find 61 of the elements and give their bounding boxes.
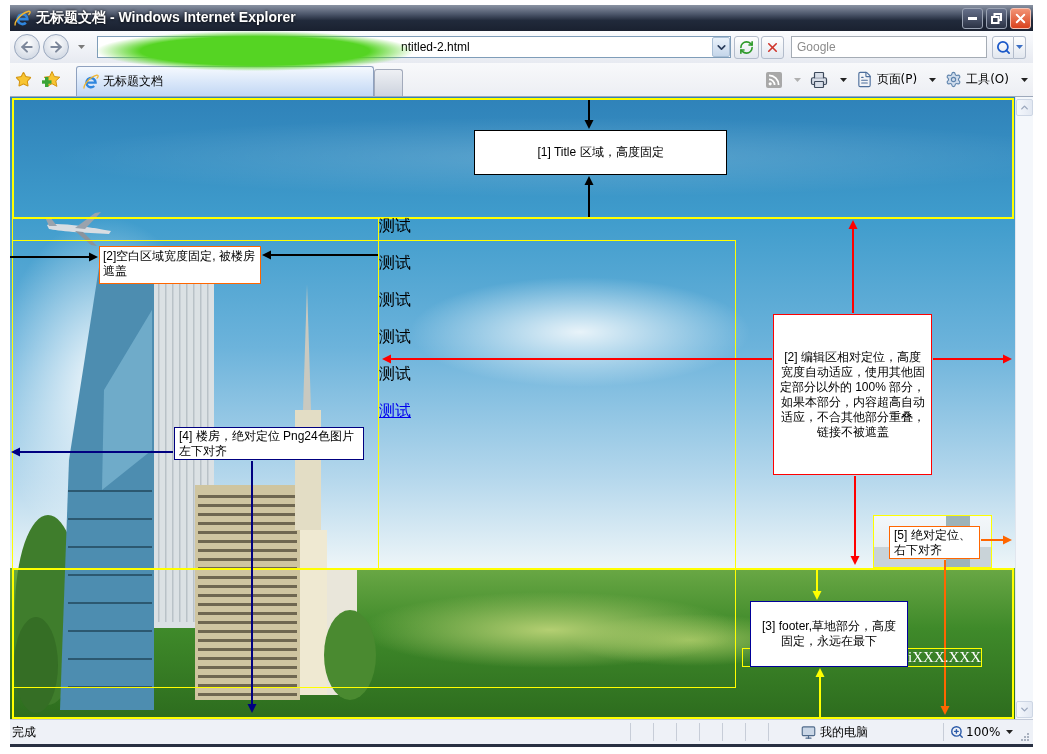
url-text: ntitled-2.html [401, 40, 471, 54]
callout-note: [3] footer,草地部分，高度固定，永远在最下 [750, 601, 908, 667]
callout-note: [4] 楼房，绝对定位 Png24色图片左下对齐 [174, 427, 364, 460]
callout-note: [1] Title 区域，高度固定 [474, 130, 727, 175]
printer-icon [809, 70, 828, 89]
browser-tab[interactable]: 无标题文档 [76, 66, 374, 96]
minimize-icon [968, 16, 977, 20]
body-text: 测试 [379, 254, 411, 272]
refresh-button[interactable] [734, 35, 759, 59]
caret-icon [793, 77, 801, 82]
minimize-button[interactable] [962, 7, 983, 29]
close-button[interactable] [1010, 7, 1031, 29]
page-icon [855, 71, 873, 88]
chevron-up-icon [1019, 102, 1030, 113]
address-field[interactable]: ntitled-2.html [97, 36, 731, 58]
search-button[interactable] [992, 35, 1014, 59]
search-field[interactable]: Google [791, 36, 987, 58]
print-button[interactable] [809, 70, 847, 89]
favorites-button[interactable] [15, 71, 32, 88]
zoom-in-icon [950, 725, 964, 739]
caret-icon [839, 77, 847, 82]
right-arrow-icon [48, 39, 64, 55]
star-plus-icon [42, 71, 60, 88]
page-menu-button[interactable]: 页面(P) [855, 71, 937, 88]
gear-icon [945, 71, 963, 88]
caret-icon [929, 77, 937, 82]
window-title: 无标题文档 - Windows Internet Explorer [36, 9, 296, 27]
forward-button[interactable] [43, 34, 69, 60]
body-text: 测试 [379, 217, 411, 235]
body-text: 测试 [379, 291, 411, 309]
callout-note: [5] 绝对定位、右下对齐 [889, 526, 980, 559]
callout-note: [2]空白区域宽度固定, 被楼房遮盖 [99, 246, 261, 284]
status-text: 完成 [11, 723, 37, 741]
caret-icon [1021, 77, 1028, 82]
body-text: 测试 [379, 365, 411, 383]
airplane-icon [45, 211, 113, 247]
restore-button[interactable] [986, 7, 1007, 29]
restore-icon [991, 12, 1002, 24]
back-button[interactable] [14, 34, 40, 60]
body-text: 测试 [379, 328, 411, 346]
add-favorite-button[interactable] [42, 71, 60, 88]
resize-grip-icon [1021, 733, 1029, 741]
zone-text: 我的电脑 [820, 723, 868, 741]
stop-button[interactable] [761, 35, 784, 59]
browser-logo-icon [14, 9, 31, 27]
search-icon [995, 39, 1011, 55]
zoom-button[interactable]: 100% [943, 723, 1001, 741]
refresh-icon [739, 39, 754, 55]
star-icon [15, 71, 32, 88]
callout-note: [2] 编辑区相对定位，高度宽度自动适应，使用其他固定部分以外的 100% 部分，如果本部分，内容超高自动适应，不合其他部分重叠，链接不被遮盖 [773, 314, 932, 475]
chevron-down-icon [1019, 704, 1030, 715]
search-options-button[interactable] [1014, 35, 1026, 59]
caret-icon [77, 45, 85, 49]
link[interactable]: 测试 [379, 402, 411, 420]
address-dropdown-button[interactable] [712, 37, 730, 57]
tools-menu-button[interactable]: 工具(O) [945, 71, 1028, 88]
caret-icon [1005, 730, 1013, 734]
caret-icon [1016, 45, 1023, 49]
computer-icon [801, 724, 816, 740]
rss-icon [765, 71, 782, 88]
browser-logo-icon [83, 73, 99, 90]
